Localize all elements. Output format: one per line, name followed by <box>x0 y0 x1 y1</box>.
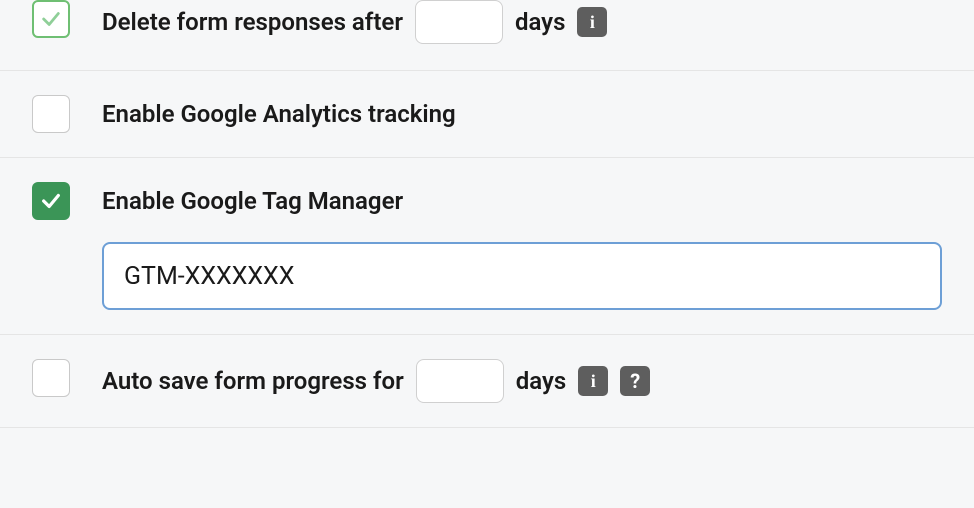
setting-row-delete-responses: Delete form responses after days i <box>0 0 974 71</box>
auto-save-content: Auto save form progress for days i ? <box>102 359 942 403</box>
delete-responses-label-before: Delete form responses after <box>102 3 403 41</box>
setting-row-auto-save: Auto save form progress for days i ? <box>0 335 974 428</box>
google-tag-manager-label: Enable Google Tag Manager <box>102 182 403 220</box>
auto-save-label-before: Auto save form progress for <box>102 362 404 400</box>
google-analytics-content: Enable Google Analytics tracking <box>102 95 942 133</box>
auto-save-days-input[interactable] <box>416 359 504 403</box>
delete-responses-content: Delete form responses after days i <box>102 0 942 44</box>
help-icon[interactable]: ? <box>620 366 650 396</box>
delete-responses-days-input[interactable] <box>415 0 503 44</box>
google-analytics-checkbox[interactable] <box>32 95 70 133</box>
info-icon[interactable]: i <box>577 7 607 37</box>
info-icon[interactable]: i <box>578 366 608 396</box>
delete-responses-label-after: days <box>515 3 565 41</box>
delete-responses-checkbox[interactable] <box>32 0 70 38</box>
google-tag-manager-label-line: Enable Google Tag Manager <box>102 182 942 220</box>
google-analytics-label-line: Enable Google Analytics tracking <box>102 95 942 133</box>
auto-save-checkbox[interactable] <box>32 359 70 397</box>
delete-responses-label-line: Delete form responses after days i <box>102 0 942 44</box>
google-tag-manager-content: Enable Google Tag Manager <box>102 182 942 310</box>
check-icon <box>40 190 62 212</box>
check-icon <box>40 8 62 30</box>
google-tag-manager-checkbox[interactable] <box>32 182 70 220</box>
setting-row-google-tag-manager: Enable Google Tag Manager <box>0 158 974 335</box>
auto-save-label-after: days <box>516 362 566 400</box>
auto-save-label-line: Auto save form progress for days i ? <box>102 359 942 403</box>
setting-row-google-analytics: Enable Google Analytics tracking <box>0 71 974 158</box>
google-analytics-label: Enable Google Analytics tracking <box>102 95 456 133</box>
google-tag-manager-id-input[interactable] <box>102 242 942 310</box>
